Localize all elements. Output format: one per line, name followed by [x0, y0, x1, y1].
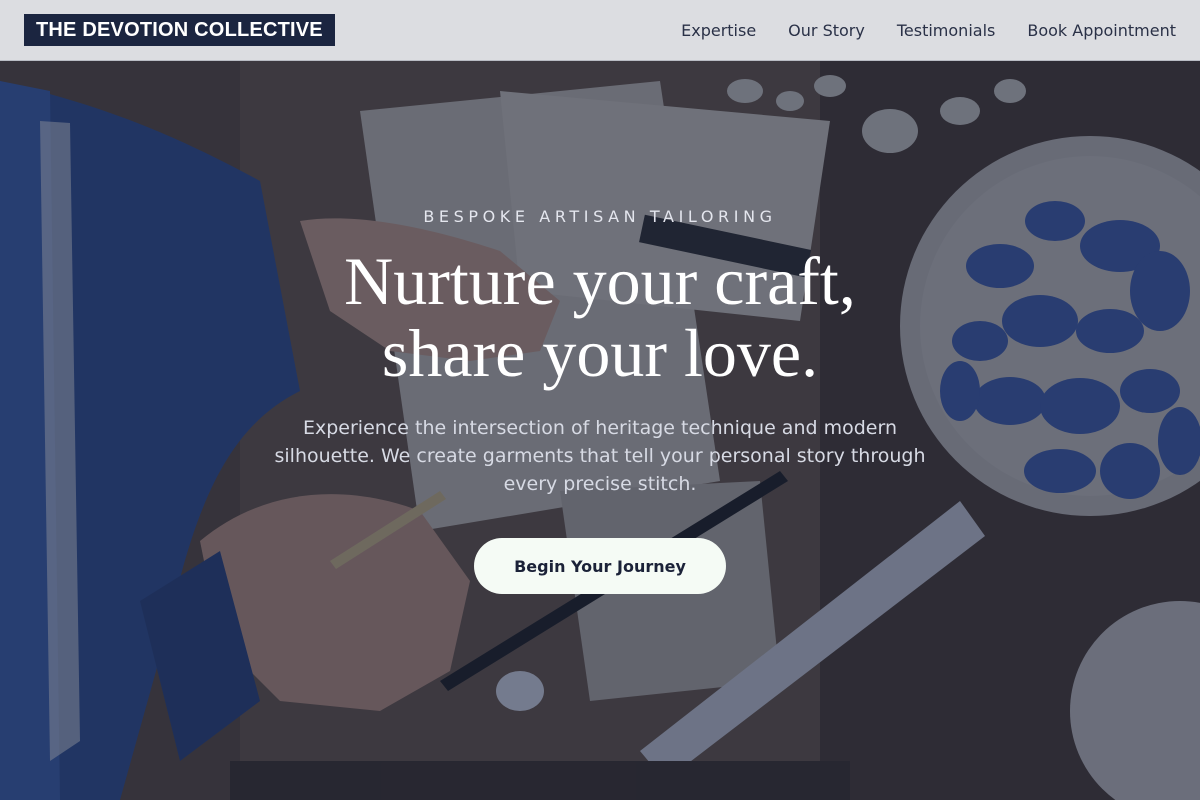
- nav-link-testimonials[interactable]: Testimonials: [897, 21, 996, 40]
- hero-headline-line-2: share your love.: [381, 315, 819, 391]
- hero-content: BESPOKE ARTISAN TAILORING Nurture your c…: [0, 61, 1200, 800]
- nav-link-our-story[interactable]: Our Story: [788, 21, 865, 40]
- hero-eyebrow: BESPOKE ARTISAN TAILORING: [423, 207, 777, 226]
- site-header: THE DEVOTION COLLECTIVE Expertise Our St…: [0, 0, 1200, 61]
- nav-link-expertise[interactable]: Expertise: [681, 21, 756, 40]
- hero-section: BESPOKE ARTISAN TAILORING Nurture your c…: [0, 61, 1200, 800]
- begin-journey-button[interactable]: Begin Your Journey: [474, 538, 726, 594]
- hero-subtext: Experience the intersection of heritage …: [274, 417, 926, 495]
- nav-link-book-appointment[interactable]: Book Appointment: [1027, 21, 1176, 40]
- hero-headline: Nurture your craft, share your love.: [200, 245, 1000, 389]
- hero-headline-line-1: Nurture your craft,: [344, 243, 856, 319]
- brand-logo[interactable]: THE DEVOTION COLLECTIVE: [24, 14, 335, 46]
- main-nav: Expertise Our Story Testimonials Book Ap…: [681, 21, 1176, 40]
